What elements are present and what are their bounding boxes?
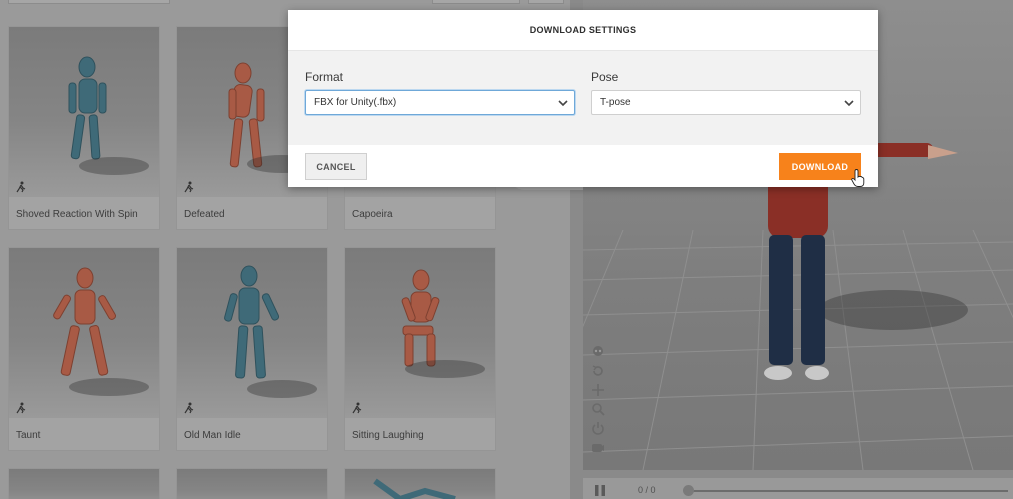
character-figure (401, 269, 440, 367)
animation-card-label: Shoved Reaction With Spin (16, 209, 138, 220)
running-figure-icon (184, 181, 194, 193)
animation-thumbnail (345, 248, 495, 418)
skeleton-icon[interactable] (591, 345, 605, 359)
animation-card[interactable]: Taunt (8, 247, 160, 451)
dialog-body: Format FBX for Unity(.fbx) Pose T-pose (288, 51, 878, 145)
pause-icon[interactable] (595, 485, 605, 496)
animation-thumbnail (177, 469, 327, 499)
pose-select-value: T-pose (600, 97, 631, 108)
running-figure-icon (16, 402, 26, 414)
hand-cursor-icon (851, 169, 865, 187)
format-select-value: FBX for Unity(.fbx) (314, 97, 397, 108)
power-icon[interactable] (591, 421, 605, 435)
animation-thumbnail (9, 469, 159, 499)
animation-card[interactable]: Shoved Reaction With Spin (8, 26, 160, 230)
animation-card[interactable]: Sitting Laughing (344, 247, 496, 451)
running-figure-icon (352, 402, 362, 414)
frame-counter: 0 / 0 (638, 485, 656, 495)
camera-icon[interactable] (591, 440, 605, 454)
toolbar-button-fragment[interactable] (432, 0, 520, 4)
animation-card-label: Sitting Laughing (352, 430, 424, 441)
animation-thumbnail (9, 248, 159, 418)
pose-label: Pose (591, 70, 619, 84)
dialog-header: DOWNLOAD SETTINGS (288, 10, 878, 51)
timeline-track[interactable] (688, 490, 1008, 492)
running-figure-icon (16, 181, 26, 193)
dialog-title: DOWNLOAD SETTINGS (529, 25, 637, 35)
download-settings-dialog: DOWNLOAD SETTINGS Format FBX for Unity(.… (288, 10, 878, 187)
animation-card-label: Taunt (16, 430, 41, 441)
animation-thumbnail (9, 27, 159, 197)
download-button[interactable]: DOWNLOAD (779, 153, 861, 180)
chevron-down-icon (558, 100, 568, 107)
dialog-footer: CANCEL DOWNLOAD (288, 145, 878, 187)
running-figure-icon (184, 402, 194, 414)
animation-card-label: Old Man Idle (184, 430, 241, 441)
animation-card[interactable] (176, 468, 328, 499)
toolbar-button-fragment[interactable] (528, 0, 564, 4)
animation-card[interactable]: Old Man Idle (176, 247, 328, 451)
format-select[interactable]: FBX for Unity(.fbx) (305, 90, 575, 115)
cancel-button[interactable]: CANCEL (305, 153, 367, 180)
animation-thumbnail (345, 469, 495, 499)
timeline-handle[interactable] (683, 485, 694, 496)
animation-player: 0 / 0 (583, 478, 1013, 499)
animation-thumbnail (177, 248, 327, 418)
animation-card[interactable] (344, 468, 496, 499)
format-label: Format (305, 70, 344, 84)
reset-icon[interactable] (591, 364, 605, 378)
animation-card-label: Capoeira (352, 209, 393, 220)
pose-select[interactable]: T-pose (591, 90, 861, 115)
character-figure (373, 478, 456, 499)
search-bar-fragment[interactable] (8, 0, 170, 4)
chevron-down-icon (844, 100, 854, 107)
animation-card-label: Defeated (184, 209, 225, 220)
move-icon[interactable] (591, 383, 605, 397)
viewer-toolbar (591, 345, 607, 459)
zoom-icon[interactable] (591, 402, 605, 416)
animation-card[interactable] (8, 468, 160, 499)
